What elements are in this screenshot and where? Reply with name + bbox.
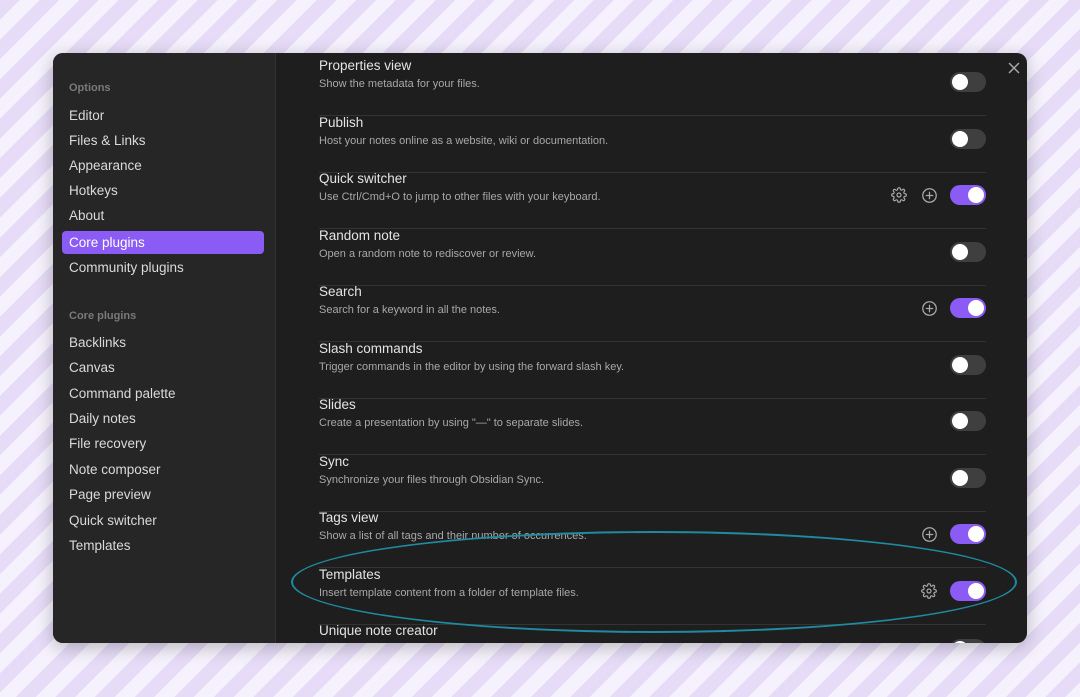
plus-circle-icon[interactable] [920, 186, 938, 204]
plus-circle-icon[interactable] [920, 525, 938, 543]
sidebar-item-about[interactable]: About [62, 204, 264, 227]
sidebar-heading-core-plugins: Core plugins [69, 310, 137, 322]
plugin-description: Host your notes online as a website, wik… [319, 134, 609, 147]
sidebar-item-quick-switcher[interactable]: Quick switcher [62, 509, 264, 532]
plugin-row-sync: Sync Synchronize your files through Obsid… [319, 453, 986, 512]
plugin-row-templates: Templates Insert template content from a … [319, 566, 986, 625]
sidebar-item-note-composer[interactable]: Note composer [62, 458, 264, 481]
sidebar-item-community-plugins[interactable]: Community plugins [62, 256, 264, 279]
toggle-knob [952, 130, 968, 147]
plugin-description: Show the metadata for your files. [319, 78, 480, 90]
plugin-controls [890, 183, 986, 207]
plugin-toggle-random-note[interactable] [950, 241, 986, 262]
toggle-knob [952, 469, 968, 486]
plugin-toggle-templates[interactable] [950, 580, 986, 601]
plugin-row-slides: Slides Create a presentation by using "—"… [319, 397, 986, 455]
plugin-list: Properties view Show the metadata for you… [276, 53, 1027, 643]
toggle-knob [952, 243, 968, 260]
plugin-toggle-tags-view[interactable] [950, 524, 986, 544]
toggle-knob [952, 74, 968, 90]
sidebar-item-core-plugins[interactable]: Core plugins [62, 231, 264, 254]
sidebar-heading-options: Options [69, 82, 111, 94]
plugin-toggle-search[interactable] [950, 298, 986, 318]
plugin-controls [950, 240, 986, 264]
plugin-toggle-quick-switcher[interactable] [950, 185, 986, 205]
plugin-row-publish: Publish Host your notes online as a websi… [319, 114, 986, 173]
plugin-controls [950, 409, 986, 433]
plugin-title: Quick switcher [319, 171, 407, 186]
plugin-title: Random note [319, 227, 401, 243]
sidebar-item-hotkeys[interactable]: Hotkeys [62, 179, 264, 202]
plugin-title: Search [319, 284, 362, 299]
plugin-toggle-slides[interactable] [950, 411, 986, 431]
plugin-controls [950, 353, 986, 377]
plugin-controls [950, 466, 986, 490]
plugin-description: Trigger commands in the editor by using … [319, 360, 625, 373]
plugin-row-slash-commands: Slash commands Trigger commands in the ed… [319, 340, 986, 399]
plugin-title: Publish [319, 114, 364, 130]
sidebar-item-daily-notes[interactable]: Daily notes [62, 407, 264, 430]
settings-sidebar: Options Editor Files & Links Appearance … [53, 53, 276, 643]
plugin-controls [920, 522, 986, 546]
plugin-title: Unique note creator [319, 623, 438, 638]
toggle-knob [968, 300, 984, 316]
plugin-toggle-publish[interactable] [950, 128, 986, 149]
sidebar-item-files-links[interactable]: Files & Links [62, 129, 264, 152]
toggle-knob [968, 582, 984, 599]
plugin-description: Insert template content from a folder of… [319, 586, 579, 599]
sidebar-item-canvas[interactable]: Canvas [62, 356, 264, 379]
plugin-row-properties-view: Properties view Show the metadata for you… [319, 58, 986, 116]
plugin-row-unique-note-creator: Unique note creator [319, 623, 986, 643]
plugin-description: Show a list of all tags and their number… [319, 530, 587, 542]
toggle-knob [968, 187, 984, 203]
plugin-toggle-unique-note-creator[interactable] [950, 639, 986, 643]
plugin-title: Templates [319, 566, 381, 582]
settings-modal: Options Editor Files & Links Appearance … [53, 53, 1027, 643]
toggle-knob [968, 526, 984, 542]
sidebar-item-command-palette[interactable]: Command palette [62, 382, 264, 405]
plugin-row-search: Search Search for a keyword in all the no… [319, 284, 986, 342]
plugin-row-quick-switcher: Quick switcher Use Ctrl/Cmd+O to jump to … [319, 171, 986, 229]
plugin-row-tags-view: Tags view Show a list of all tags and the… [319, 510, 986, 568]
plugin-title: Slides [319, 397, 356, 412]
toggle-knob [952, 641, 968, 643]
plugin-title: Tags view [319, 510, 379, 525]
plugin-title: Sync [319, 453, 350, 469]
plugin-controls [950, 70, 986, 94]
sidebar-item-page-preview[interactable]: Page preview [62, 483, 264, 506]
plugin-controls [920, 579, 986, 603]
plugin-controls [950, 637, 986, 643]
plugin-description: Use Ctrl/Cmd+O to jump to other files wi… [319, 191, 601, 203]
plugin-description: Open a random note to rediscover or revi… [319, 247, 537, 260]
plugin-description: Search for a keyword in all the notes. [319, 304, 500, 316]
plugin-description: Create a presentation by using "—" to se… [319, 417, 584, 429]
sidebar-item-appearance[interactable]: Appearance [62, 154, 264, 177]
plugin-controls [950, 127, 986, 151]
plugin-toggle-properties-view[interactable] [950, 72, 986, 92]
sidebar-item-file-recovery[interactable]: File recovery [62, 432, 264, 455]
plugin-title: Slash commands [319, 340, 423, 356]
plugin-row-random-note: Random note Open a random note to redisco… [319, 227, 986, 286]
plugin-toggle-sync[interactable] [950, 467, 986, 488]
toggle-knob [952, 413, 968, 429]
gear-icon[interactable] [890, 186, 908, 204]
toggle-knob [952, 356, 968, 373]
sidebar-item-editor[interactable]: Editor [62, 104, 264, 127]
plugin-description: Synchronize your files through Obsidian … [319, 473, 545, 486]
close-icon[interactable] [1005, 59, 1023, 77]
sidebar-item-templates[interactable]: Templates [62, 534, 264, 557]
plugin-controls [920, 296, 986, 320]
plugin-toggle-slash-commands[interactable] [950, 354, 986, 375]
plus-circle-icon[interactable] [920, 299, 938, 317]
gear-icon[interactable] [920, 582, 938, 600]
plugin-title: Properties view [319, 58, 412, 73]
sidebar-item-backlinks[interactable]: Backlinks [62, 331, 264, 354]
